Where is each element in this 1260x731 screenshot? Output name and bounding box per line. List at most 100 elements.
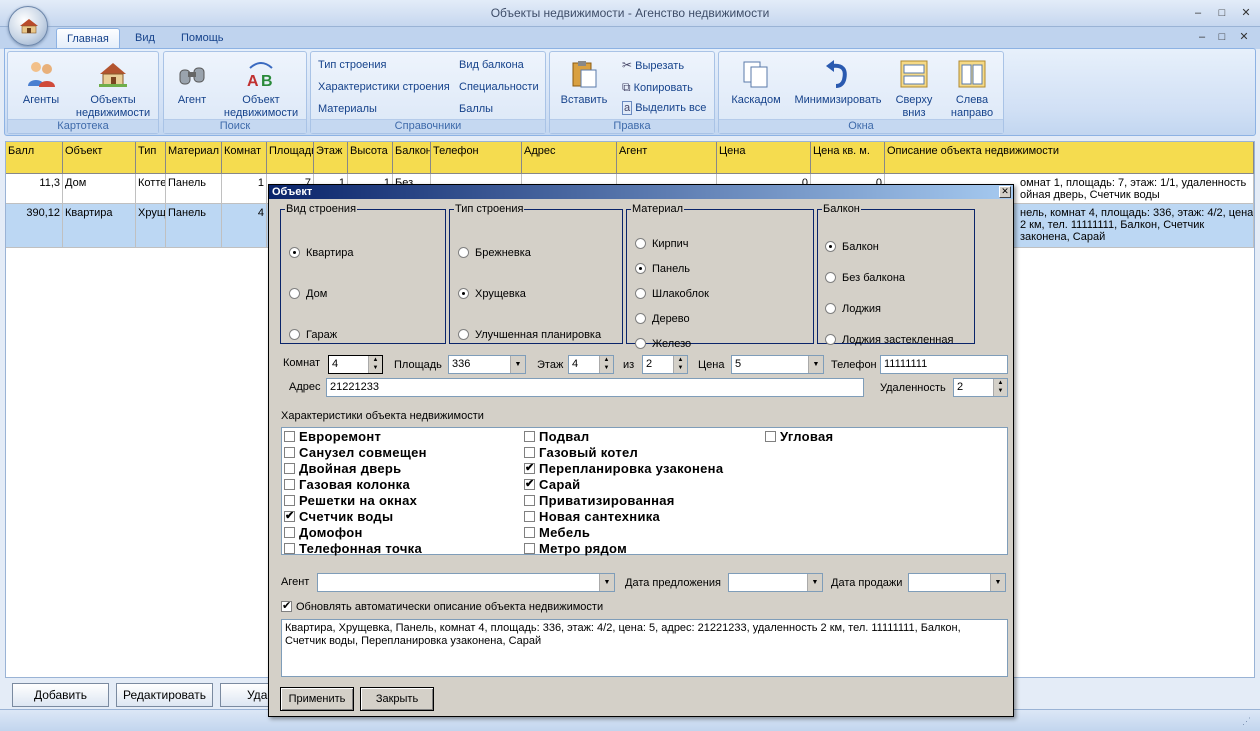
radio-lodzhiya-zasteklennaya[interactable]: Лоджия застекленная (825, 334, 953, 346)
radio-dom[interactable]: Дом (289, 288, 327, 300)
minimize-icon[interactable]: – (1188, 5, 1208, 21)
checkbox-privatizirovannaya[interactable]: Приватизированная (524, 493, 675, 508)
chars-checklist[interactable]: Евроремонт Санузел совмещен Двойная двер… (281, 427, 1008, 556)
checkbox-podval[interactable]: Подвал (524, 429, 589, 444)
column-header[interactable]: Агент (617, 142, 717, 174)
copy-button[interactable]: ⧉ Копировать (622, 80, 693, 95)
auto-update-checkbox[interactable]: Обновлять автоматически описание объекта… (281, 599, 603, 613)
description-textarea[interactable]: Квартира, Хрущевка, Панель, комнат 4, пл… (281, 619, 1008, 677)
total-floors-spinner[interactable]: 2 ▲ ▼ (642, 355, 688, 374)
minimize-all-button[interactable]: Минимизировать (793, 58, 883, 107)
price-combo[interactable]: 5 ▼ (731, 355, 824, 374)
column-header[interactable]: Тип (136, 142, 166, 174)
objects-button[interactable]: Объекты недвижимости (70, 58, 156, 120)
checkbox-gazovyy-kotel[interactable]: Газовый котел (524, 445, 638, 460)
radio-khrushchevka[interactable]: Хрущевка (458, 288, 526, 300)
agent-combo[interactable]: ▼ (317, 573, 615, 592)
checkbox-schetchik-vody[interactable]: Счетчик воды (284, 509, 393, 524)
column-header[interactable]: Описание объекта недвижимости (885, 142, 1254, 174)
checkbox-telefonnaya-tochka[interactable]: Телефонная точка (284, 541, 422, 556)
ref-building-type-button[interactable]: Тип строения (318, 59, 386, 71)
checkbox-dvoynaya-dver[interactable]: Двойная дверь (284, 461, 401, 476)
search-object-button[interactable]: A B Объект недвижимости (218, 58, 304, 120)
phone-input[interactable]: 11111111 (880, 355, 1008, 374)
distance-spinner[interactable]: 2 ▲ ▼ (953, 378, 1008, 397)
radio-kirpich[interactable]: Кирпич (635, 238, 689, 250)
add-button[interactable]: Добавить (12, 683, 109, 707)
spinner-arrows-icon[interactable]: ▲ ▼ (368, 356, 382, 373)
checkbox-metro[interactable]: Метро рядом (524, 541, 627, 556)
checkbox-gazovaya-kolonka[interactable]: Газовая колонка (284, 477, 410, 492)
ref-building-chars-button[interactable]: Характеристики строения (318, 81, 450, 93)
column-header[interactable]: Цена (717, 142, 811, 174)
resize-grip-icon[interactable]: ⋰ (1242, 716, 1254, 728)
column-header[interactable]: Балкон (393, 142, 431, 174)
dialog-close-icon[interactable]: ✕ (999, 186, 1011, 198)
column-header[interactable]: Объект (63, 142, 136, 174)
doc-close-icon[interactable]: ✕ (1234, 29, 1254, 45)
paste-button[interactable]: Вставить (554, 58, 614, 107)
tile-vertical-button[interactable]: Слева направо (945, 58, 999, 120)
chevron-down-icon[interactable]: ▼ (510, 356, 525, 373)
radio-balkon[interactable]: Балкон (825, 241, 879, 253)
checkbox-novaya-santekhnika[interactable]: Новая сантехника (524, 509, 660, 524)
radio-derevo[interactable]: Дерево (635, 313, 690, 325)
radio-brezhnevka[interactable]: Брежневка (458, 247, 531, 259)
radio-zhelezo[interactable]: Железо (635, 338, 691, 350)
radio-shlakoblok[interactable]: Шлакоблок (635, 288, 709, 300)
area-combo[interactable]: 336 ▼ (448, 355, 526, 374)
tab-help[interactable]: Помощь (171, 28, 234, 49)
tab-main[interactable]: Главная (56, 28, 120, 49)
tab-view[interactable]: Вид (125, 28, 165, 49)
tile-horizontal-button[interactable]: Сверху вниз (889, 58, 939, 120)
search-agent-button[interactable]: Агент (168, 58, 216, 107)
column-header[interactable]: Балл (6, 142, 63, 174)
spinner-arrows-icon[interactable]: ▲ ▼ (993, 379, 1007, 396)
ref-materials-button[interactable]: Материалы (318, 103, 377, 115)
column-header[interactable]: Цена кв. м. (811, 142, 885, 174)
close-icon[interactable]: ✕ (1236, 5, 1256, 21)
doc-minimize-icon[interactable]: – (1192, 29, 1212, 45)
column-header[interactable]: Комнат (222, 142, 267, 174)
spinner-arrows-icon[interactable]: ▲ ▼ (599, 356, 613, 373)
checkbox-evroremont[interactable]: Евроремонт (284, 429, 381, 444)
radio-lodzhiya[interactable]: Лоджия (825, 303, 881, 315)
doc-restore-icon[interactable]: □ (1212, 29, 1232, 45)
address-input[interactable]: 21221233 (326, 378, 864, 397)
radio-panel[interactable]: Панель (635, 263, 690, 275)
column-header[interactable]: Адрес (522, 142, 617, 174)
offer-date-picker[interactable]: ▼ (728, 573, 823, 592)
spinner-arrows-icon[interactable]: ▲ ▼ (673, 356, 687, 373)
floor-spinner[interactable]: 4 ▲ ▼ (568, 355, 614, 374)
radio-bez-balkona[interactable]: Без балкона (825, 272, 905, 284)
maximize-icon[interactable]: □ (1212, 5, 1232, 21)
cut-button[interactable]: ✂ Вырезать (622, 58, 684, 72)
column-header[interactable]: Высота (348, 142, 393, 174)
ref-balcony-type-button[interactable]: Вид балкона (459, 59, 524, 71)
cascade-button[interactable]: Каскадом (723, 58, 789, 107)
edit-button[interactable]: Редактировать (116, 683, 213, 707)
column-header[interactable]: Телефон (431, 142, 522, 174)
rooms-spinner[interactable]: 4 ▲ ▼ (328, 355, 383, 374)
radio-garazh[interactable]: Гараж (289, 329, 337, 341)
column-header[interactable]: Материал (166, 142, 222, 174)
checkbox-domofon[interactable]: Домофон (284, 525, 363, 540)
ref-points-button[interactable]: Баллы (459, 103, 493, 115)
close-button[interactable]: Закрыть (360, 687, 434, 711)
chevron-down-icon[interactable]: ▼ (599, 574, 614, 591)
checkbox-uglovaya[interactable]: Угловая (765, 429, 833, 444)
sale-date-picker[interactable]: ▼ (908, 573, 1006, 592)
radio-kvartira[interactable]: Квартира (289, 247, 354, 259)
apply-button[interactable]: Применить (280, 687, 354, 711)
column-header[interactable]: Площадь (267, 142, 314, 174)
chevron-down-icon[interactable]: ▼ (990, 574, 1005, 591)
checkbox-sanuzel[interactable]: Санузел совмещен (284, 445, 427, 460)
radio-uluchshennaya[interactable]: Улучшенная планировка (458, 329, 601, 341)
ref-specialties-button[interactable]: Специальности (459, 81, 539, 93)
checkbox-mebel[interactable]: Мебель (524, 525, 590, 540)
agents-button[interactable]: Агенты (12, 58, 70, 107)
chevron-down-icon[interactable]: ▼ (808, 356, 823, 373)
checkbox-saray[interactable]: Сарай (524, 477, 580, 492)
checkbox-pereplanirovka[interactable]: Перепланировка узаконена (524, 461, 723, 476)
checkbox-reshetki[interactable]: Решетки на окнах (284, 493, 417, 508)
